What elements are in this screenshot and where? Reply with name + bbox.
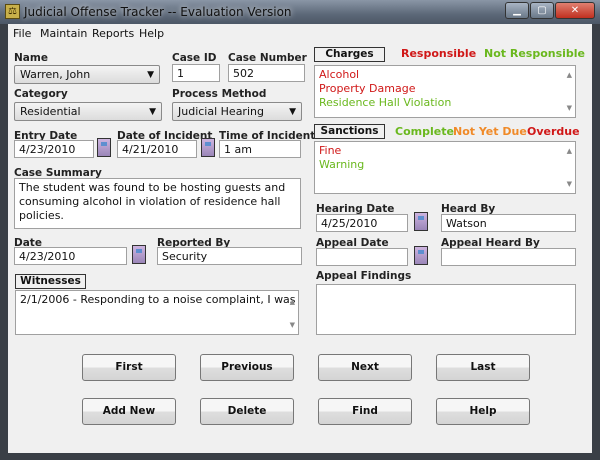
case-number-field[interactable]: 502: [228, 64, 305, 82]
appeal-findings-field[interactable]: [316, 284, 576, 335]
not-yet-due-legend: Not Yet Due: [453, 125, 527, 138]
previous-button[interactable]: Previous: [200, 354, 294, 381]
charge-item[interactable]: Property Damage: [319, 82, 571, 96]
hearing-date-field[interactable]: 4/25/2010: [316, 214, 408, 232]
maximize-button[interactable]: ▢: [530, 2, 554, 19]
calendar-icon[interactable]: [201, 138, 215, 157]
last-button[interactable]: Last: [436, 354, 530, 381]
sanction-item[interactable]: Fine: [319, 144, 571, 158]
sanctions-button[interactable]: Sanctions: [314, 124, 385, 139]
appeal-heard-by-field[interactable]: [441, 248, 576, 266]
category-select[interactable]: Residential ▼: [14, 102, 162, 121]
delete-button[interactable]: Delete: [200, 398, 294, 425]
find-button[interactable]: Find: [318, 398, 412, 425]
menu-help[interactable]: Help: [139, 27, 164, 40]
responsible-legend: Responsible: [401, 47, 477, 60]
overdue-legend: Overdue: [527, 125, 580, 138]
process-method-value: Judicial Hearing: [178, 105, 264, 118]
appeal-date-field[interactable]: [316, 248, 408, 266]
menu-file[interactable]: File: [13, 27, 31, 40]
witnesses-button[interactable]: Witnesses: [15, 274, 86, 289]
process-method-select[interactable]: Judicial Hearing ▼: [172, 102, 302, 121]
scroll-up-icon[interactable]: ▲: [567, 68, 572, 82]
case-number-label: Case Number: [228, 52, 307, 64]
sanction-item[interactable]: Warning: [319, 158, 571, 172]
chevron-down-icon: ▼: [149, 107, 156, 117]
first-button[interactable]: First: [82, 354, 176, 381]
complete-legend: Complete: [395, 125, 454, 138]
calendar-icon[interactable]: [414, 246, 428, 265]
witness-entry: 2/1/2006 - Responding to a noise complai…: [20, 293, 299, 306]
chevron-down-icon: ▼: [147, 70, 154, 80]
not-responsible-legend: Not Responsible: [484, 47, 586, 60]
scroll-down-icon[interactable]: ▼: [567, 101, 572, 115]
menu-maintain[interactable]: Maintain: [40, 27, 87, 40]
scroll-up-icon[interactable]: ▲: [567, 144, 572, 158]
incident-date-field[interactable]: 4/21/2010: [117, 140, 197, 158]
scroll-down-icon[interactable]: ▼: [567, 177, 572, 191]
close-button[interactable]: ✕: [555, 2, 595, 19]
case-id-label: Case ID: [172, 52, 217, 64]
scroll-up-icon[interactable]: ▲: [290, 295, 295, 309]
case-id-field[interactable]: 1: [172, 64, 220, 82]
charges-list[interactable]: Alcohol Property Damage Residence Hall V…: [314, 65, 576, 118]
help-button[interactable]: Help: [436, 398, 530, 425]
calendar-icon[interactable]: [414, 212, 428, 231]
appeal-findings-label: Appeal Findings: [316, 270, 412, 282]
entry-date-field[interactable]: 4/23/2010: [14, 140, 94, 158]
scroll-down-icon[interactable]: ▼: [290, 318, 295, 332]
date-field[interactable]: 4/23/2010: [14, 247, 127, 265]
witnesses-list[interactable]: 2/1/2006 - Responding to a noise complai…: [15, 290, 299, 335]
calendar-icon[interactable]: [132, 245, 146, 264]
process-method-label: Process Method: [172, 88, 267, 100]
case-summary-field[interactable]: The student was found to be hosting gues…: [14, 178, 301, 229]
charge-item[interactable]: Alcohol: [319, 68, 571, 82]
category-label: Category: [14, 88, 68, 100]
calendar-icon[interactable]: [97, 138, 111, 157]
app-scales-icon: ⚖: [5, 4, 20, 19]
chevron-down-icon: ▼: [289, 107, 296, 117]
sanctions-list[interactable]: Fine Warning ▲ ▼: [314, 141, 576, 194]
name-label: Name: [14, 52, 48, 64]
name-select[interactable]: Warren, John ▼: [14, 65, 160, 84]
reported-by-field[interactable]: Security: [157, 247, 302, 265]
add-new-button[interactable]: Add New: [82, 398, 176, 425]
category-value: Residential: [20, 105, 81, 118]
name-value: Warren, John: [20, 68, 91, 81]
heard-by-field[interactable]: Watson: [441, 214, 576, 232]
charge-item[interactable]: Residence Hall Violation: [319, 96, 571, 110]
window-title: Judicial Offense Tracker -- Evaluation V…: [24, 5, 292, 19]
next-button[interactable]: Next: [318, 354, 412, 381]
incident-time-field[interactable]: 1 am: [219, 140, 301, 158]
charges-button[interactable]: Charges: [314, 47, 385, 62]
menu-reports[interactable]: Reports: [92, 27, 134, 40]
minimize-button[interactable]: ▁: [505, 2, 529, 19]
